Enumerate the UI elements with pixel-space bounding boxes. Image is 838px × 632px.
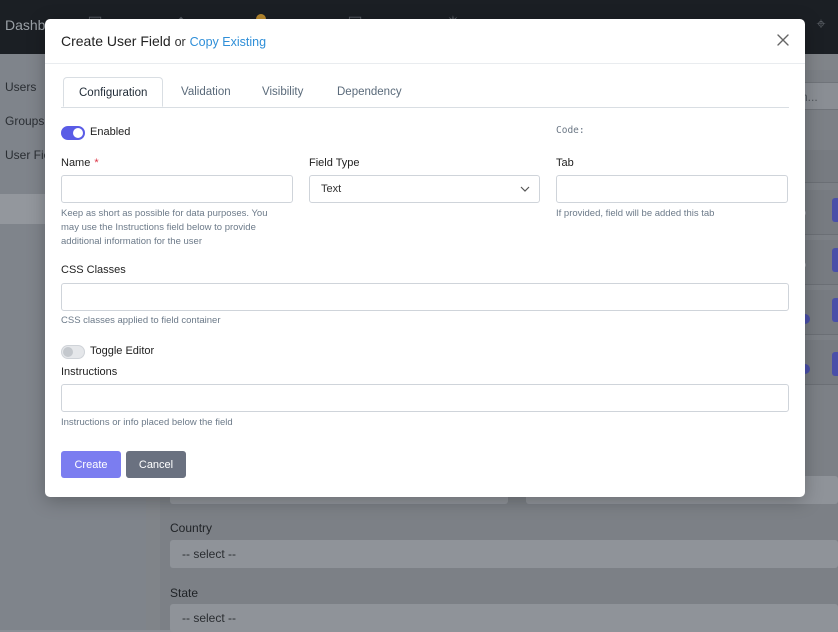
field-type-label: Field Type (309, 157, 360, 169)
country-label: Country (170, 521, 213, 535)
chevron-down-icon (520, 186, 530, 192)
code-label: Code: (556, 125, 585, 136)
sidebar-item-users[interactable]: Users (5, 80, 36, 94)
toggle-editor-label: Toggle Editor (90, 345, 155, 357)
tab-validation[interactable]: Validation (181, 77, 231, 107)
cancel-button[interactable]: Cancel (126, 451, 186, 478)
css-classes-label: CSS Classes (61, 264, 126, 276)
name-help-line: Keep as short as possible for data purpo… (61, 208, 268, 219)
copy-existing-link[interactable]: Copy Existing (190, 35, 266, 49)
name-input[interactable] (61, 175, 293, 203)
tab-bar: Configuration Validation Visibility Depe… (61, 77, 789, 108)
row-action-button[interactable] (832, 352, 838, 376)
field-type-selected: Text (321, 183, 342, 195)
tab-configuration[interactable]: Configuration (63, 77, 164, 107)
name-help-line: may use the Instructions field below to … (61, 222, 256, 233)
tab-help: If provided, field will be added this ta… (556, 208, 715, 219)
name-help-line: additional information for the user (61, 236, 202, 247)
tab-input[interactable] (556, 175, 788, 203)
toggle-editor-switch[interactable] (61, 345, 85, 359)
create-button[interactable]: Create (61, 451, 121, 478)
tab-dependency[interactable]: Dependency (337, 77, 402, 107)
row-action-button[interactable] (832, 248, 838, 272)
enabled-toggle[interactable] (61, 126, 85, 140)
close-icon[interactable] (775, 32, 791, 48)
instructions-help: Instructions or info placed below the fi… (61, 417, 233, 428)
instructions-label: Instructions (61, 366, 118, 378)
modal-header: Create User Field or Copy Existing (45, 19, 805, 64)
row-action-button[interactable] (832, 198, 838, 222)
name-help: Keep as short as possible for data purpo… (61, 207, 293, 249)
name-label: Name * (61, 157, 99, 169)
required-mark: * (94, 157, 99, 169)
css-classes-help: CSS classes applied to field container (61, 315, 221, 326)
toggle-knob (63, 347, 73, 357)
field-type-select[interactable]: Text (309, 175, 540, 203)
row-action-button[interactable] (832, 298, 838, 322)
state-select[interactable]: -- select -- (170, 604, 838, 632)
instructions-input[interactable] (61, 384, 789, 412)
toggle-knob (73, 128, 83, 138)
country-select[interactable]: -- select -- (170, 540, 838, 568)
modal-title-or: or (174, 35, 186, 49)
create-user-field-modal: Create User Field or Copy Existing Confi… (45, 19, 805, 497)
modal-title-text: Create User Field (61, 33, 171, 49)
modal-title: Create User Field or Copy Existing (61, 33, 266, 49)
crosshair-icon[interactable]: ⌖ (812, 16, 830, 34)
sidebar-item-groups[interactable]: Groups (5, 114, 44, 128)
enabled-label: Enabled (90, 126, 131, 138)
state-label: State (170, 586, 199, 600)
tab-field-label: Tab (556, 157, 574, 169)
css-classes-input[interactable] (61, 283, 789, 311)
sidebar-item-user-fields[interactable]: User Fie (5, 148, 50, 162)
name-label-text: Name (61, 157, 91, 169)
tab-visibility[interactable]: Visibility (262, 77, 303, 107)
